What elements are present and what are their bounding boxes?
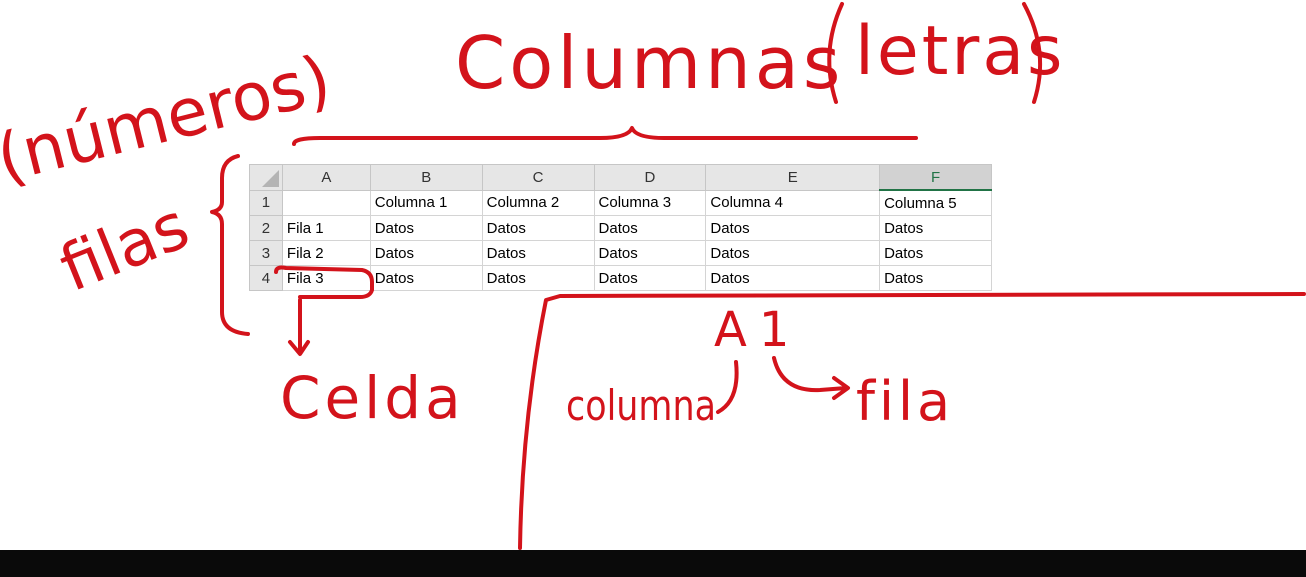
cell-f2[interactable]: Datos <box>879 215 992 241</box>
cell-b3[interactable]: Datos <box>369 240 483 266</box>
table-row: 1 Columna 1 Columna 2 Columna 3 Columna … <box>249 189 992 216</box>
column-pointer <box>716 360 739 414</box>
letras-close-paren <box>1022 2 1043 104</box>
cell-b2[interactable]: Datos <box>369 215 483 241</box>
columns-brace <box>292 126 918 146</box>
column-header-e[interactable]: E <box>705 164 881 191</box>
cell-d3[interactable]: Datos <box>593 240 707 266</box>
fila-annotation: fila <box>856 370 954 433</box>
cell-d4[interactable]: Datos <box>593 265 707 291</box>
table-row: 2 Fila 1 Datos Datos Datos Datos Datos <box>249 215 992 241</box>
row-header[interactable]: 4 <box>249 265 283 291</box>
column-header-c[interactable]: C <box>481 164 595 191</box>
cell-a4[interactable]: Fila 3 <box>281 265 371 291</box>
cell-ref-annotation: A1 <box>714 302 801 358</box>
letras-annotation: letras <box>855 12 1065 91</box>
right-arrow-icon <box>772 356 850 400</box>
column-header-f[interactable]: F <box>879 164 992 191</box>
cell-a1[interactable] <box>281 189 371 216</box>
bottom-bar <box>0 550 1306 577</box>
cell-e4[interactable]: Datos <box>705 265 881 291</box>
column-header-row: A B C D E F <box>249 164 992 191</box>
divider-line <box>518 292 1306 550</box>
cell-f4[interactable]: Datos <box>879 265 992 291</box>
filas-annotation: filas <box>50 189 199 307</box>
column-header-a[interactable]: A <box>281 164 371 191</box>
cell-c3[interactable]: Datos <box>481 240 595 266</box>
columna-annotation: columna <box>566 381 716 430</box>
cell-b1[interactable]: Columna 1 <box>369 189 483 216</box>
columnas-annotation: Columnas <box>455 21 844 105</box>
table-row: 3 Fila 2 Datos Datos Datos Datos Datos <box>249 240 992 266</box>
cell-b4[interactable]: Datos <box>369 265 483 291</box>
cell-a2[interactable]: Fila 1 <box>281 215 371 241</box>
spreadsheet: A B C D E F 1 Columna 1 Columna 2 Column… <box>249 164 992 291</box>
select-all-corner[interactable] <box>249 164 283 191</box>
select-all-triangle-icon <box>261 169 279 187</box>
down-arrow-icon <box>288 298 310 356</box>
cell-c1[interactable]: Columna 2 <box>481 189 595 216</box>
cell-e2[interactable]: Datos <box>705 215 881 241</box>
cell-f3[interactable]: Datos <box>879 240 992 266</box>
cell-c2[interactable]: Datos <box>481 215 595 241</box>
table-row: 4 Fila 3 Datos Datos Datos Datos Datos <box>249 265 992 291</box>
cell-e3[interactable]: Datos <box>705 240 881 266</box>
cell-a3[interactable]: Fila 2 <box>281 240 371 266</box>
column-header-d[interactable]: D <box>593 164 707 191</box>
cell-c4[interactable]: Datos <box>481 265 595 291</box>
rows-brace <box>210 154 250 336</box>
row-header[interactable]: 1 <box>249 189 283 216</box>
row-header[interactable]: 2 <box>249 215 283 241</box>
column-header-b[interactable]: B <box>369 164 483 191</box>
letras-open-paren <box>827 2 844 104</box>
row-header[interactable]: 3 <box>249 240 283 266</box>
cell-f1[interactable]: Columna 5 <box>879 189 992 216</box>
cell-d1[interactable]: Columna 3 <box>593 189 707 216</box>
cell-d2[interactable]: Datos <box>593 215 707 241</box>
celda-annotation: Celda <box>280 364 465 432</box>
spreadsheet-grid: A B C D E F 1 Columna 1 Columna 2 Column… <box>249 164 992 291</box>
cell-e1[interactable]: Columna 4 <box>705 189 881 216</box>
annotated-canvas: A B C D E F 1 Columna 1 Columna 2 Column… <box>0 0 1306 577</box>
